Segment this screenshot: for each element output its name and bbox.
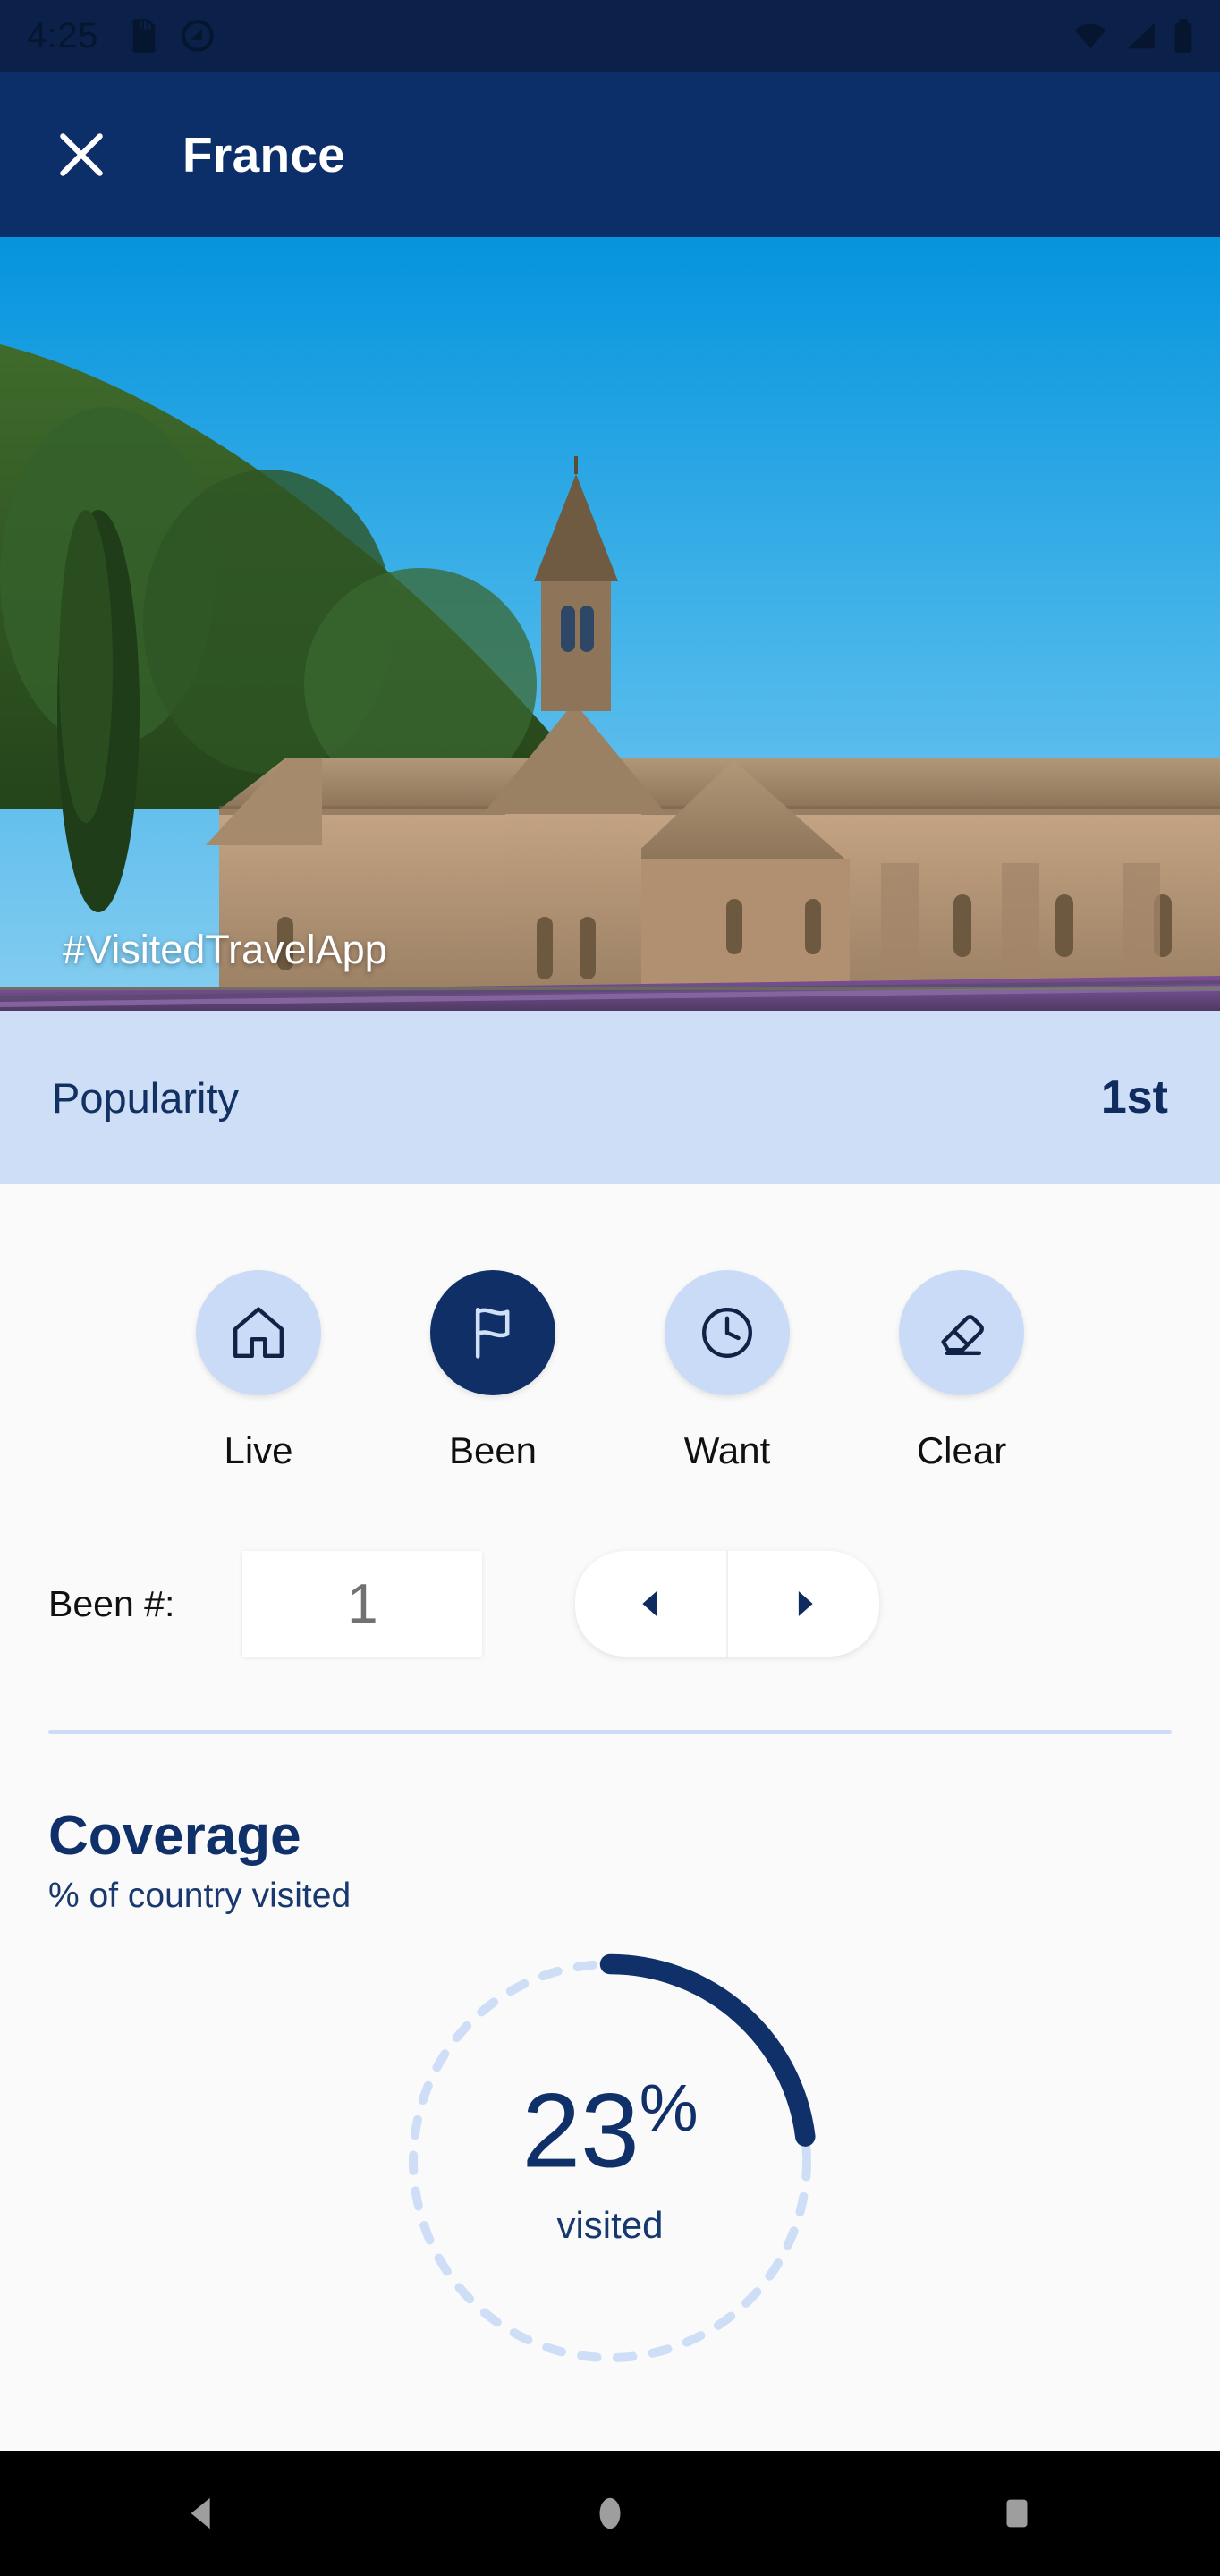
action-label-live: Live [224,1429,293,1471]
coverage-section: Coverage % of country visited 23% visite… [0,1734,1220,2385]
triangle-right-icon [798,1591,813,1616]
increment-button[interactable] [726,1551,879,1657]
clock-icon [702,1308,752,1358]
action-label-want: Want [683,1429,771,1471]
app-bar: France [0,72,1220,237]
popularity-row: Popularity 1st [0,1011,1220,1184]
action-button-live[interactable]: Live [196,1270,321,1472]
coverage-percent-number: 23 [521,2072,640,2190]
hashtag-overlay: #VisitedTravelApp [63,927,387,972]
been-count-value: 1 [347,1572,378,1635]
percent-symbol: % [639,2071,699,2146]
stepper-arrow-group [575,1551,880,1657]
coverage-subtitle: % of country visited [48,1877,352,1915]
popularity-value: 1st [1100,1072,1168,1123]
back-triangle-icon [191,2497,210,2529]
coverage-gauge-wrapper: 23% visited [48,1937,1172,2385]
action-label-clear: Clear [916,1429,1007,1471]
coverage-caption: visited [556,2203,664,2246]
action-buttons-row: Live Been Want Clear [0,1184,1220,1472]
close-button[interactable] [43,116,120,193]
app-screen: 4:25 France #VisitedTravelApp Popularity… [0,0,1220,2576]
content-card: Live Been Want Clear Been #: 1 Coverage … [0,1184,1220,2385]
decrement-button[interactable] [575,1551,726,1657]
gauge-center-labels: 23% visited [386,1937,834,2385]
nav-recents-button[interactable] [963,2460,1071,2567]
home-icon [233,1307,284,1358]
eraser-icon [941,1315,984,1355]
flag-icon [475,1307,510,1359]
status-bar: 4:25 [0,0,1220,72]
clear-icon-circle [899,1270,1024,1395]
status-bar-right-icons [1073,19,1193,53]
coverage-title: Coverage [48,1805,301,1867]
android-nav-bar [0,2451,1220,2576]
live-icon-circle [196,1270,321,1395]
action-button-been[interactable]: Been [430,1270,555,1472]
coverage-gauge: 23% visited [386,1937,834,2385]
recents-square-icon [1006,2499,1028,2528]
action-button-want[interactable]: Want [665,1270,790,1472]
battery-icon [1174,19,1192,53]
nav-home-button[interactable] [556,2460,664,2567]
been-icon-circle [430,1270,555,1395]
coverage-percent: 23% [521,2075,698,2184]
nav-back-button[interactable] [149,2460,257,2567]
cell-signal-icon [1127,22,1155,49]
status-bar-left-icons [131,19,215,53]
been-count-stepper: Been #: 1 [0,1551,1220,1657]
action-button-clear[interactable]: Clear [899,1270,1024,1472]
home-circle-icon [599,2497,621,2529]
action-label-been: Been [448,1429,538,1471]
been-count-input[interactable]: 1 [242,1551,483,1657]
close-icon [60,132,103,176]
abbey-lavender-illustration [0,237,1220,1011]
sd-card-icon [132,19,156,53]
hero-photo: #VisitedTravelApp [0,237,1220,1011]
stepper-label: Been #: [48,1582,175,1624]
popularity-label: Popularity [52,1073,239,1122]
triangle-left-icon [642,1591,657,1616]
page-title: France [182,126,346,182]
wifi-icon [1074,23,1106,49]
status-bar-clock: 4:25 [27,15,98,55]
want-icon-circle [665,1270,790,1395]
do-not-disturb-icon [181,20,214,52]
